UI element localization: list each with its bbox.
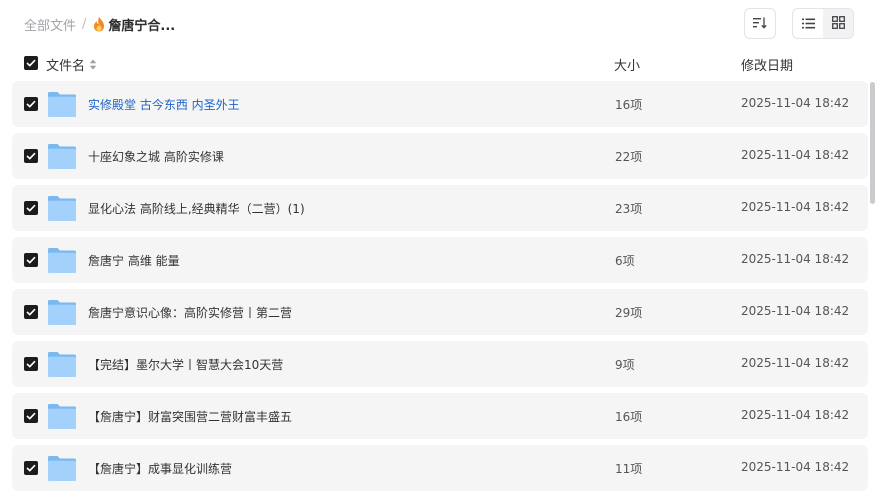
table-row[interactable]: 【詹唐宁】成事显化训练营 11项 2025-11-04 18:42 bbox=[12, 445, 868, 491]
breadcrumb-root[interactable]: 全部文件 bbox=[24, 15, 76, 34]
table-row[interactable]: 十座幻象之城 高阶实修课 22项 2025-11-04 18:42 bbox=[12, 133, 868, 179]
file-name[interactable]: 十座幻象之城 高阶实修课 bbox=[88, 148, 224, 165]
file-date: 2025-11-04 18:42 bbox=[741, 356, 850, 370]
file-name[interactable]: 实修殿堂 古今东西 内圣外王 bbox=[88, 96, 240, 113]
file-name[interactable]: 显化心法 高阶线上,经典精华（二营）(1) bbox=[88, 200, 305, 217]
table-row[interactable]: 显化心法 高阶线上,经典精华（二营）(1) 23项 2025-11-04 18:42 bbox=[12, 185, 868, 231]
breadcrumb: 全部文件 / 詹唐宁合... bbox=[24, 14, 175, 34]
select-all-checkbox[interactable] bbox=[24, 56, 38, 70]
file-size: 23项 bbox=[615, 202, 643, 216]
column-date[interactable]: 修改日期 bbox=[741, 55, 793, 74]
file-date: 2025-11-04 18:42 bbox=[741, 200, 850, 214]
column-size[interactable]: 大小 bbox=[614, 55, 640, 74]
row-checkbox[interactable] bbox=[24, 253, 38, 267]
table-row[interactable]: 詹唐宁 高维 能量 6项 2025-11-04 18:42 bbox=[12, 237, 868, 283]
file-size: 16项 bbox=[615, 98, 643, 112]
grid-view-button[interactable] bbox=[823, 9, 853, 38]
file-list: 实修殿堂 古今东西 内圣外王 16项 2025-11-04 18:42 十座幻象之城 … bbox=[12, 81, 868, 495]
file-name[interactable]: 【詹唐宁】财富突围营二营财富丰盛五 bbox=[88, 408, 292, 425]
file-date: 2025-11-04 18:42 bbox=[741, 96, 850, 110]
folder-icon bbox=[47, 298, 77, 326]
sort-button[interactable] bbox=[744, 8, 776, 39]
table-row[interactable]: 【完结】墨尔大学丨智慧大会10天营 9项 2025-11-04 18:42 bbox=[12, 341, 868, 387]
folder-icon bbox=[47, 402, 77, 430]
folder-icon bbox=[47, 142, 77, 170]
sort-arrows-icon bbox=[89, 59, 97, 70]
file-date: 2025-11-04 18:42 bbox=[741, 304, 850, 318]
file-size: 29项 bbox=[615, 306, 643, 320]
file-date: 2025-11-04 18:42 bbox=[741, 408, 850, 422]
flame-icon bbox=[92, 16, 106, 32]
list-icon bbox=[801, 14, 815, 33]
file-name[interactable]: 【完结】墨尔大学丨智慧大会10天营 bbox=[88, 356, 283, 373]
folder-icon bbox=[47, 454, 77, 482]
row-checkbox[interactable] bbox=[24, 149, 38, 163]
file-name[interactable]: 詹唐宁意识心像：高阶实修营丨第二营 bbox=[88, 304, 292, 321]
column-header: 文件名 大小 修改日期 bbox=[0, 52, 878, 76]
file-size: 6项 bbox=[615, 254, 635, 268]
list-view-button[interactable] bbox=[793, 9, 823, 38]
folder-icon bbox=[47, 350, 77, 378]
file-size: 11项 bbox=[615, 462, 643, 476]
file-name[interactable]: 【詹唐宁】成事显化训练营 bbox=[88, 460, 232, 477]
folder-icon bbox=[47, 194, 77, 222]
file-date: 2025-11-04 18:42 bbox=[741, 252, 850, 266]
row-checkbox[interactable] bbox=[24, 305, 38, 319]
view-toggle bbox=[792, 8, 854, 39]
file-date: 2025-11-04 18:42 bbox=[741, 460, 850, 474]
row-checkbox[interactable] bbox=[24, 97, 38, 111]
table-row[interactable]: 实修殿堂 古今东西 内圣外王 16项 2025-11-04 18:42 bbox=[12, 81, 868, 127]
column-name-label: 文件名 bbox=[46, 59, 86, 74]
file-name[interactable]: 詹唐宁 高维 能量 bbox=[88, 252, 180, 269]
grid-icon bbox=[831, 14, 845, 33]
file-size: 16项 bbox=[615, 410, 643, 424]
row-checkbox[interactable] bbox=[24, 201, 38, 215]
breadcrumb-current: 詹唐宁合... bbox=[108, 18, 176, 34]
scrollbar[interactable] bbox=[870, 82, 875, 204]
file-size: 22项 bbox=[615, 150, 643, 164]
table-row[interactable]: 詹唐宁意识心像：高阶实修营丨第二营 29项 2025-11-04 18:42 bbox=[12, 289, 868, 335]
folder-icon bbox=[47, 90, 77, 118]
sort-icon bbox=[753, 14, 767, 33]
file-date: 2025-11-04 18:42 bbox=[741, 148, 850, 162]
table-row[interactable]: 【詹唐宁】财富突围营二营财富丰盛五 16项 2025-11-04 18:42 bbox=[12, 393, 868, 439]
row-checkbox[interactable] bbox=[24, 409, 38, 423]
row-checkbox[interactable] bbox=[24, 357, 38, 371]
column-name[interactable]: 文件名 bbox=[46, 55, 97, 74]
file-size: 9项 bbox=[615, 358, 635, 372]
breadcrumb-separator: / bbox=[82, 16, 87, 32]
row-checkbox[interactable] bbox=[24, 461, 38, 475]
folder-icon bbox=[47, 246, 77, 274]
